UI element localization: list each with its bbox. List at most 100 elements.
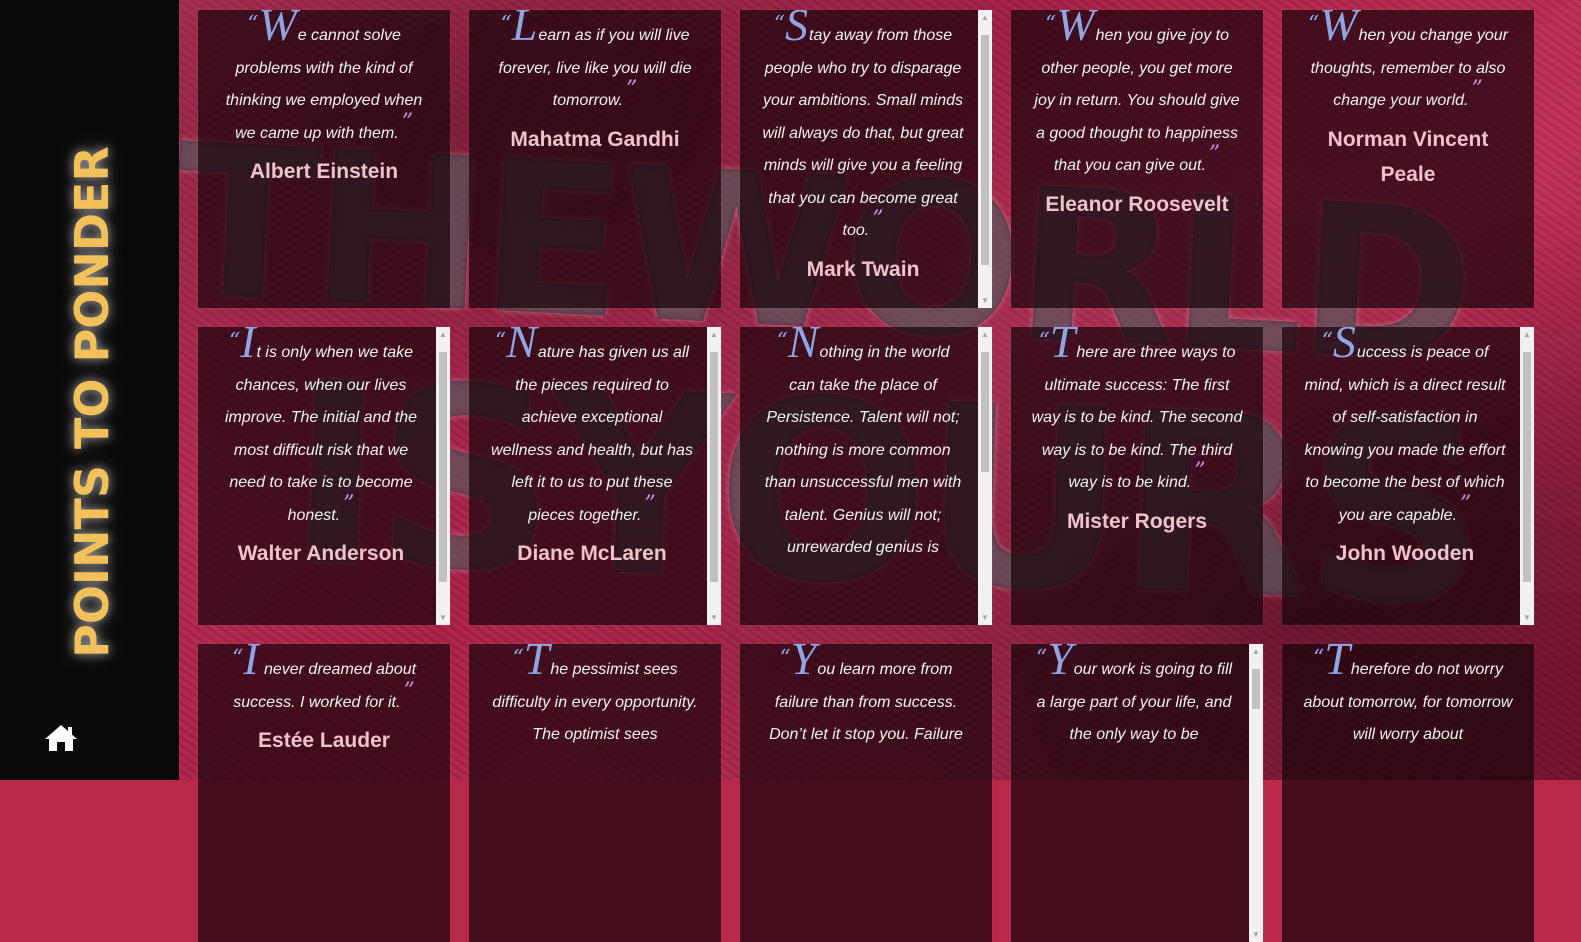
quote-text: “Stay away from those people who try to … <box>762 10 964 248</box>
quote-text: “You learn more from failure than from s… <box>760 644 972 752</box>
quote-text: “Nature has given us all the pieces requ… <box>491 327 693 532</box>
quote-content: “When you give joy to other people, you … <box>1011 10 1263 308</box>
quote-card: “Stay away from those people who try to … <box>740 10 992 308</box>
open-quote-mark: “ <box>228 329 241 354</box>
quote-card: “Success is peace of mind, which is a di… <box>1282 327 1534 625</box>
open-quote-mark: “ <box>1045 12 1057 37</box>
quote-initial: W <box>1319 10 1358 50</box>
quote-card: “Therefore do not worry about tomorrow, … <box>1282 644 1534 942</box>
close-quote-mark: ” <box>1208 142 1221 167</box>
quote-card: “When you change your thoughts, remember… <box>1282 10 1534 308</box>
quote-content: “There are three ways to ultimate succes… <box>1011 327 1263 625</box>
quote-content: “Learn as if you will live forever, live… <box>469 10 721 308</box>
quote-grid: “ We cannot solve problems with the kind … <box>198 10 1534 942</box>
open-quote-mark: “ <box>776 329 788 354</box>
quote-card: “You learn more from failure than from s… <box>740 644 992 942</box>
open-quote-mark: “ <box>512 646 524 671</box>
quote-text: “When you give joy to other people, you … <box>1031 10 1243 183</box>
home-icon <box>45 725 77 751</box>
open-quote-mark: “ <box>1313 646 1325 671</box>
quote-content: “Therefore do not worry about tomorrow, … <box>1282 644 1534 942</box>
scroll-up-arrow-icon[interactable]: ▲ <box>978 10 992 25</box>
quote-content: “The pessimist sees difficulty in every … <box>469 644 721 942</box>
scroll-down-arrow-icon[interactable]: ▼ <box>978 610 992 625</box>
quote-text: “I never dreamed about success. I worked… <box>218 644 430 719</box>
close-quote-mark: ” <box>644 491 656 517</box>
scroll-thumb[interactable] <box>981 35 989 265</box>
scroll-down-arrow-icon[interactable]: ▼ <box>1520 610 1534 625</box>
quote-author: Eleanor Roosevelt <box>1045 192 1229 216</box>
quote-initial: N <box>787 327 819 367</box>
scroll-up-arrow-icon[interactable]: ▲ <box>436 327 450 342</box>
close-quote-mark: ” <box>626 77 638 102</box>
quote-initial: Y <box>1047 644 1073 684</box>
quote-card: “Learn as if you will live forever, live… <box>469 10 721 308</box>
quote-card: “I never dreamed about success. I worked… <box>198 644 450 942</box>
quote-text: “There are three ways to ultimate succes… <box>1031 327 1243 500</box>
card-scrollbar[interactable]: ▲ ▼ <box>436 327 450 625</box>
scroll-down-arrow-icon[interactable]: ▼ <box>707 610 721 625</box>
quote-text: “Therefore do not worry about tomorrow, … <box>1302 644 1514 752</box>
quote-content: “Your work is going to fill a large part… <box>1011 644 1249 942</box>
quote-author: Mark Twain <box>806 257 920 281</box>
quote-initial: T <box>1324 644 1350 684</box>
quote-card: “Nature has given us all the pieces requ… <box>469 327 721 625</box>
scroll-up-arrow-icon[interactable]: ▲ <box>1249 644 1263 659</box>
scroll-down-arrow-icon[interactable]: ▼ <box>978 293 992 308</box>
card-scrollbar[interactable]: ▲ ▼ <box>978 327 992 625</box>
quote-content: “We cannot solve problems with the kind … <box>198 10 450 308</box>
quote-text: “It is only when we take chances, when o… <box>220 327 422 532</box>
quote-content: “You learn more from failure than from s… <box>740 644 992 942</box>
quote-body: uccess is peace of mind, which is a dire… <box>1304 344 1506 524</box>
card-scrollbar[interactable]: ▲ ▼ <box>978 10 992 308</box>
open-quote-mark: “ <box>1321 329 1333 354</box>
scroll-down-arrow-icon[interactable]: ▼ <box>436 610 450 625</box>
quote-initial: S <box>1332 327 1356 367</box>
scroll-thumb[interactable] <box>439 352 447 582</box>
scroll-thumb[interactable] <box>981 352 989 472</box>
quote-card: “The pessimist sees difficulty in every … <box>469 644 721 942</box>
quote-content: “Nature has given us all the pieces requ… <box>469 327 707 625</box>
quote-text: “Learn as if you will live forever, live… <box>489 10 701 118</box>
open-quote-mark: “ <box>773 12 786 37</box>
home-button[interactable] <box>44 723 78 753</box>
quote-card: “When you give joy to other people, you … <box>1011 10 1263 308</box>
site-title: POINTS TO PONDER <box>65 146 119 658</box>
scroll-thumb[interactable] <box>710 352 718 582</box>
open-quote-mark: “ <box>247 12 259 37</box>
close-quote-mark: ” <box>872 207 884 232</box>
open-quote-mark: “ <box>231 646 244 671</box>
quote-author: Mister Rogers <box>1066 509 1208 533</box>
quote-text: “The pessimist sees difficulty in every … <box>489 644 701 752</box>
quote-card: “Your work is going to fill a large part… <box>1011 644 1263 942</box>
open-quote-mark: “ <box>494 329 507 354</box>
quote-content: “Nothing in the world can take the place… <box>740 327 978 625</box>
close-quote-mark: ” <box>403 678 415 704</box>
quote-initial: S <box>785 10 809 50</box>
quote-card: “It is only when we take chances, when o… <box>198 327 450 625</box>
quote-text: “Your work is going to fill a large part… <box>1033 644 1235 752</box>
close-quote-mark: ” <box>1194 459 1206 484</box>
quote-card: “Nothing in the world can take the place… <box>740 327 992 625</box>
scroll-up-arrow-icon[interactable]: ▲ <box>707 327 721 342</box>
scroll-up-arrow-icon[interactable]: ▲ <box>978 327 992 342</box>
scroll-thumb[interactable] <box>1252 669 1260 709</box>
quote-content: “Stay away from those people who try to … <box>740 10 978 308</box>
card-scrollbar[interactable]: ▲ ▼ <box>1520 327 1534 625</box>
scroll-thumb[interactable] <box>1523 352 1531 582</box>
card-scrollbar[interactable]: ▲ ▼ <box>707 327 721 625</box>
scroll-up-arrow-icon[interactable]: ▲ <box>1520 327 1534 342</box>
quote-body: never dreamed about success. I worked fo… <box>233 661 417 711</box>
scroll-down-arrow-icon[interactable]: ▼ <box>1249 927 1263 942</box>
quote-body: othing in the world can take the place o… <box>764 344 962 556</box>
quote-body: e cannot solve problems with the kind of… <box>225 27 423 142</box>
quote-body: tay away from those people who try to di… <box>762 27 964 239</box>
close-quote-mark: ” <box>1471 77 1483 102</box>
card-scrollbar[interactable]: ▲ ▼ <box>1249 644 1263 942</box>
quote-content: “It is only when we take chances, when o… <box>198 327 436 625</box>
quote-initial: Y <box>790 644 817 684</box>
quote-initial: I <box>243 644 259 684</box>
quote-text: “Nothing in the world can take the place… <box>762 327 964 565</box>
quote-author: Mahatma Gandhi <box>510 127 680 151</box>
quote-initial: N <box>506 327 537 367</box>
